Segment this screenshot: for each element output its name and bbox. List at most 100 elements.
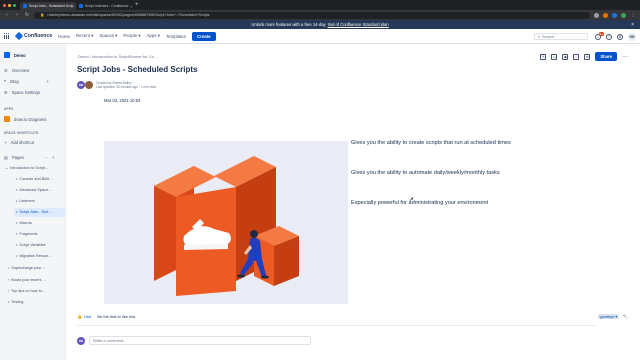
chevron-right-icon: › (8, 266, 10, 270)
nav-apps[interactable]: Apps ▾ (147, 33, 160, 39)
chevron-down-icon: ⌄ (5, 166, 9, 170)
extension-icon[interactable] (594, 12, 599, 18)
sidebar-item-drawio[interactable]: draw.io Diagrams (4, 116, 46, 122)
chevron-right-icon: › (8, 289, 10, 293)
sidebar-item-label: Blog (10, 79, 19, 84)
nav-people[interactable]: People ▾ (123, 33, 140, 39)
tree-item[interactable]: • Fragments (16, 232, 38, 236)
bullet-icon: • (16, 188, 18, 192)
tree-item[interactable]: › Boost your team's ... (8, 278, 46, 282)
nav-home[interactable]: Home (58, 34, 70, 39)
tree-item[interactable]: • Script Variables (16, 243, 46, 247)
extension-icon[interactable] (612, 12, 617, 18)
nav-spaces[interactable]: Spaces ▾ (99, 33, 117, 39)
browser-tab[interactable]: Script Listeners - Confluence × (76, 2, 132, 10)
browser-tab-active[interactable]: Script Jobs - Scheduled Scrip × (20, 2, 76, 10)
restrictions-icon[interactable]: ⊘ (584, 53, 591, 60)
trial-link[interactable]: trial of Confluence Standard plan (328, 22, 389, 27)
settings-icon[interactable]: ⚙ (617, 34, 623, 40)
last-updated: Last updated: 33 minutes ago · 1 min rea… (96, 85, 156, 90)
new-tab-icon[interactable]: + (135, 2, 139, 8)
add-blog-icon[interactable]: + (47, 79, 49, 84)
sidebar-pages[interactable]: ▤ Pages ··· + (4, 155, 54, 160)
mouse-cursor-icon: ➚ (409, 197, 415, 203)
bullet-icon: • (16, 232, 18, 236)
tag-icon[interactable]: 🏷 (623, 314, 628, 319)
forward-icon[interactable]: › (14, 12, 20, 18)
page-date: Mar 03, 2021 10:53 (104, 98, 141, 103)
back-icon[interactable]: ‹ (4, 12, 10, 18)
share-button[interactable]: Share (595, 52, 617, 61)
nav-recent[interactable]: Recent ▾ (76, 33, 93, 39)
url-field[interactable]: 🔒 i.ttarkey/demo.atlassian.net/wiki/spac… (34, 11, 590, 19)
nav-templates[interactable]: Templates (166, 34, 186, 39)
breadcrumb[interactable]: Demo / Introduction to ScriptRunner for … (78, 54, 157, 59)
notifications-icon[interactable]: ♪ 9+ (595, 32, 604, 40)
create-button[interactable]: Create (191, 31, 216, 41)
tree-item-label: Console and Built ... (19, 177, 54, 181)
tree-item-label: Boost your team's ... (11, 278, 46, 282)
top-right-icons: ♪ 9+ ? ⚙ RB (595, 32, 636, 41)
tree-item-label: Script Variables (19, 243, 46, 247)
settings-icon: ⚙ (4, 90, 8, 95)
more-actions-icon[interactable]: ··· (622, 54, 628, 60)
search-input[interactable]: ⌕ Search (534, 33, 588, 40)
banner-text: Unlock more features with a free 14-day (251, 22, 326, 27)
tree-item[interactable]: • Advanced Space ... (16, 188, 52, 192)
sidebar-item-blog[interactable]: ❝ Blog + (4, 79, 49, 84)
add-page-icon[interactable]: + (52, 155, 54, 160)
bullet-text: Gives you the ability to automate daily/… (351, 170, 500, 176)
space-header[interactable]: Demo (4, 52, 26, 58)
tree-item[interactable]: • Migration Resour... (16, 254, 51, 258)
like-button[interactable]: 👍 Like (77, 314, 91, 319)
tree-item-label: Macros (19, 221, 32, 225)
user-avatar[interactable]: RB (628, 33, 636, 41)
reload-icon[interactable]: ↻ (24, 12, 30, 18)
minimize-window-icon[interactable] (8, 3, 11, 7)
notification-count: 9+ (598, 32, 604, 36)
close-tab-icon[interactable]: × (131, 4, 132, 9)
tree-item[interactable]: ⌄ Introduction to Script... (5, 165, 48, 171)
add-shortcut[interactable]: + Add shortcut (4, 140, 34, 145)
like-text: Be the first to like this (97, 314, 136, 319)
close-banner-icon[interactable]: × (631, 22, 634, 28)
more-icon[interactable]: ··· (44, 155, 48, 160)
help-icon[interactable]: ? (606, 34, 612, 40)
tree-item[interactable]: › Top tips on how to... (8, 289, 45, 293)
tree-item-active[interactable]: • Script Jobs - Sch... (16, 210, 51, 214)
confluence-logo[interactable]: Confluence (14, 31, 52, 41)
sidebar-item-overview[interactable]: ☰ Overview (4, 68, 29, 73)
sidebar-item-space-settings[interactable]: ⚙ Space Settings (4, 90, 40, 95)
window-controls (3, 3, 16, 7)
maximize-window-icon[interactable] (13, 3, 16, 7)
extension-icon[interactable] (603, 12, 608, 18)
tree-item[interactable]: › Supercharge your ... (8, 266, 46, 270)
comment-icon[interactable]: ▭ (551, 53, 558, 60)
bullet-icon: • (16, 243, 18, 247)
watch-icon[interactable]: ◉ (562, 53, 569, 60)
space-sidebar: Demo ☰ Overview ❝ Blog + ⚙ Space Setting… (0, 44, 66, 360)
space-icon (4, 52, 10, 58)
app-switcher-icon[interactable] (4, 33, 10, 39)
tree-item-label: Supercharge your ... (11, 266, 46, 270)
tree-item-label: Advanced Space ... (19, 188, 53, 192)
tree-item[interactable]: • Macros (16, 221, 32, 225)
close-window-icon[interactable] (3, 3, 6, 7)
avatar[interactable] (85, 81, 93, 90)
tree-item[interactable]: • Console and Built ... (16, 177, 53, 181)
byline-text: Created by Robert Bailey Last updated: 3… (96, 81, 156, 89)
browser-menu-icon[interactable]: ⋮ (630, 12, 636, 18)
edit-icon[interactable]: ✎ (540, 53, 547, 60)
plus-icon: + (4, 140, 7, 145)
scheduled-scripts-illustration (104, 141, 348, 304)
avatar[interactable]: RB (77, 81, 85, 90)
comment-input[interactable]: Write a comment... (89, 336, 311, 345)
tree-item[interactable]: • Listeners (16, 199, 35, 203)
label-tag[interactable]: goodbye ▾ (597, 314, 620, 319)
confluence-favicon-icon (23, 4, 27, 8)
confluence-favicon-icon (79, 4, 83, 8)
star-icon[interactable]: ☆ (573, 53, 580, 60)
profile-avatar-icon[interactable] (621, 12, 626, 18)
tree-item[interactable]: • Testing (8, 300, 23, 304)
page-title: Script Jobs - Scheduled Scripts (77, 65, 198, 74)
